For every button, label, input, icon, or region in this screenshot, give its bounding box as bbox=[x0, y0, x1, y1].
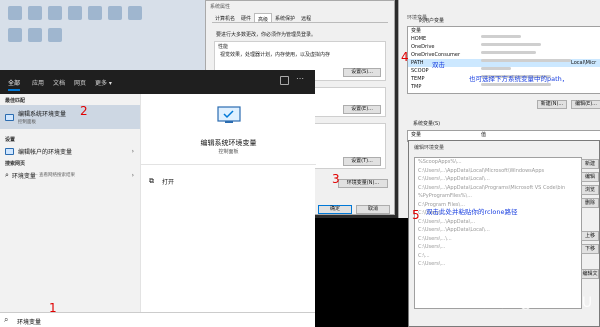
system-settings-icon bbox=[217, 106, 241, 123]
system-vars-header: 系统变量(S) bbox=[413, 121, 441, 127]
table-row[interactable]: OneDrive bbox=[408, 43, 600, 51]
list-item[interactable]: C:\Users\... bbox=[415, 243, 581, 252]
tab-documents[interactable]: 文档 bbox=[53, 78, 65, 87]
list-item[interactable]: C:\Users\...\... bbox=[415, 235, 581, 244]
list-header: 变量 值 bbox=[411, 132, 487, 138]
annotation-step-1: 1 bbox=[49, 301, 57, 315]
user-edit-button[interactable]: 编辑(E)... bbox=[571, 100, 600, 109]
ok-button[interactable]: 确定 bbox=[318, 205, 352, 214]
path-new-button[interactable]: 新建 bbox=[581, 159, 599, 169]
start-menu-search-panel: 全部 应用 文档 网页 更多 ▾ ⋯ 最佳匹配 编辑系统环境变量 控制面板 设置… bbox=[0, 70, 316, 327]
preview-title: 编辑系统环境变量 bbox=[200, 139, 257, 147]
path-edit-button[interactable]: 编辑 bbox=[581, 172, 599, 182]
search-icon: ⌕ bbox=[5, 170, 9, 179]
list-item[interactable]: %PyProgramFiles%\... bbox=[415, 192, 581, 201]
tab-advanced[interactable]: 高级 bbox=[254, 13, 273, 23]
list-header: 变量 bbox=[411, 28, 422, 34]
desktop-icon[interactable] bbox=[108, 6, 122, 20]
settings-item-account-env[interactable]: 编辑帐户的环境变量 › bbox=[0, 144, 140, 158]
annotation-step-3: 3 bbox=[332, 172, 340, 186]
annotation-note-system-path: 也可选择下方系统变量中的path， bbox=[469, 75, 569, 83]
path-move-down-button[interactable]: 下移 bbox=[581, 244, 599, 254]
performance-settings-button[interactable]: 设置(S)... bbox=[343, 68, 381, 77]
best-match-header: 最佳匹配 bbox=[5, 98, 26, 104]
desktop-icon[interactable] bbox=[128, 6, 142, 20]
tab-system-protection[interactable]: 系统保护 bbox=[272, 13, 298, 22]
environment-variables-button[interactable]: 环境变量(N)... bbox=[338, 179, 388, 188]
annotation-step-5: 5 bbox=[412, 208, 420, 222]
annotation-note-double-click: 双击 bbox=[432, 61, 445, 69]
table-row[interactable]: OneDriveConsumer bbox=[408, 51, 600, 59]
best-match-item[interactable]: 编辑系统环境变量 控制面板 bbox=[0, 105, 140, 129]
user-new-button[interactable]: 新建(N)... bbox=[537, 100, 567, 109]
tab-remote[interactable]: 远程 bbox=[298, 13, 314, 22]
system-settings-icon bbox=[5, 147, 14, 155]
dialog-title: 编辑环境变量 bbox=[414, 145, 445, 151]
tab-computer-name[interactable]: 计算机名 bbox=[212, 13, 238, 22]
path-list[interactable]: %ScoopApps%\... C:\Users\...\AppData\Loc… bbox=[414, 157, 582, 309]
startup-settings-button[interactable]: 设置(T)... bbox=[343, 157, 381, 166]
divider bbox=[141, 164, 316, 165]
chevron-right-icon: › bbox=[131, 147, 134, 155]
profiles-settings-button[interactable]: 设置(E)... bbox=[343, 105, 381, 114]
list-item[interactable]: C:\Users\...\AppData\Local\Programs\Micr… bbox=[415, 184, 581, 193]
desktop-icon[interactable] bbox=[8, 6, 22, 20]
chevron-right-icon: › bbox=[131, 171, 134, 179]
desktop-icon[interactable] bbox=[8, 28, 22, 42]
user-vars-header: 的用户变量 bbox=[419, 18, 445, 24]
system-settings-icon bbox=[5, 113, 14, 121]
performance-title: 性能 bbox=[218, 44, 229, 50]
search-icon: ⌕ bbox=[4, 315, 9, 324]
path-move-up-button[interactable]: 上移 bbox=[581, 231, 599, 241]
list-item[interactable]: C:\... bbox=[415, 252, 581, 261]
list-item[interactable]: %ScoopApps%\... bbox=[415, 158, 581, 167]
background-region bbox=[315, 218, 408, 327]
desktop-icon[interactable] bbox=[28, 6, 42, 20]
preview-subtitle: 控制面板 bbox=[218, 149, 239, 155]
annotation-step-4: 4 bbox=[401, 50, 409, 64]
web-search-item[interactable]: ⌕ 环境变量 - 查看网络搜索结果 › bbox=[0, 168, 140, 182]
desktop-background bbox=[0, 0, 205, 70]
open-action[interactable]: ⧉ 打开 bbox=[149, 176, 269, 186]
admin-note: 要进行大多数更改，你必须作为管理员登录。 bbox=[216, 32, 317, 38]
results-pane: 最佳匹配 编辑系统环境变量 控制面板 设置 编辑帐户的环境变量 › 搜索网页 ⌕… bbox=[0, 94, 140, 312]
list-item[interactable]: C:\Users\...\AppData\Local\... bbox=[415, 226, 581, 235]
desktop-icon[interactable] bbox=[48, 28, 62, 42]
web-search-header: 搜索网页 bbox=[5, 161, 26, 167]
table-row[interactable]: TMP bbox=[408, 83, 600, 91]
search-input[interactable]: 环境变量 bbox=[17, 317, 41, 326]
feedback-icon[interactable] bbox=[280, 76, 289, 85]
list-item[interactable]: C:\Users\...\AppData\Local\Microsoft\Win… bbox=[415, 167, 581, 176]
list-item[interactable]: C:\Users\...\AppData\Local\... bbox=[415, 175, 581, 184]
search-scope-bar: 全部 应用 文档 网页 更多 ▾ ⋯ bbox=[0, 70, 315, 94]
preview-pane: 编辑系统环境变量 控制面板 ⧉ 打开 bbox=[140, 94, 316, 312]
list-item[interactable]: C:\Users\...\AppData\... bbox=[415, 218, 581, 227]
performance-desc: 视觉效果，处理器计划，内存使用，以及虚拟内存 bbox=[220, 52, 331, 58]
dialog-title: 系统属性 bbox=[210, 4, 231, 10]
more-options-icon[interactable]: ⋯ bbox=[296, 75, 304, 83]
annotation-note-paste-rclone: 双击此处并粘贴你的rclone路径 bbox=[426, 208, 518, 216]
taskbar-search-box[interactable]: ⌕ 环境变量 bbox=[0, 312, 315, 327]
annotation-step-2: 2 bbox=[80, 104, 88, 118]
cancel-button[interactable]: 取消 bbox=[356, 205, 390, 214]
tab-bar: 计算机名 硬件 高级 系统保护 远程 bbox=[212, 13, 388, 23]
table-row[interactable]: HOME bbox=[408, 35, 600, 43]
desktop-icon[interactable] bbox=[28, 28, 42, 42]
path-browse-button[interactable]: 浏览 bbox=[581, 185, 599, 195]
watermark: 知乎 @LAN DU bbox=[483, 295, 594, 311]
desktop-icon[interactable] bbox=[48, 6, 62, 20]
open-icon: ⧉ bbox=[149, 176, 154, 185]
tab-web[interactable]: 网页 bbox=[74, 78, 86, 87]
tab-hardware[interactable]: 硬件 bbox=[238, 13, 254, 22]
settings-header: 设置 bbox=[5, 137, 16, 143]
desktop-icon[interactable] bbox=[68, 6, 82, 20]
tab-all[interactable]: 全部 bbox=[8, 78, 21, 91]
path-edit-text-button[interactable]: 编辑文本 bbox=[581, 269, 599, 279]
tab-more[interactable]: 更多 ▾ bbox=[95, 78, 112, 87]
desktop-icon[interactable] bbox=[88, 6, 102, 20]
tab-apps[interactable]: 应用 bbox=[32, 78, 44, 87]
list-item[interactable]: C:\Users\... bbox=[415, 260, 581, 269]
path-delete-button[interactable]: 删除 bbox=[581, 198, 599, 208]
